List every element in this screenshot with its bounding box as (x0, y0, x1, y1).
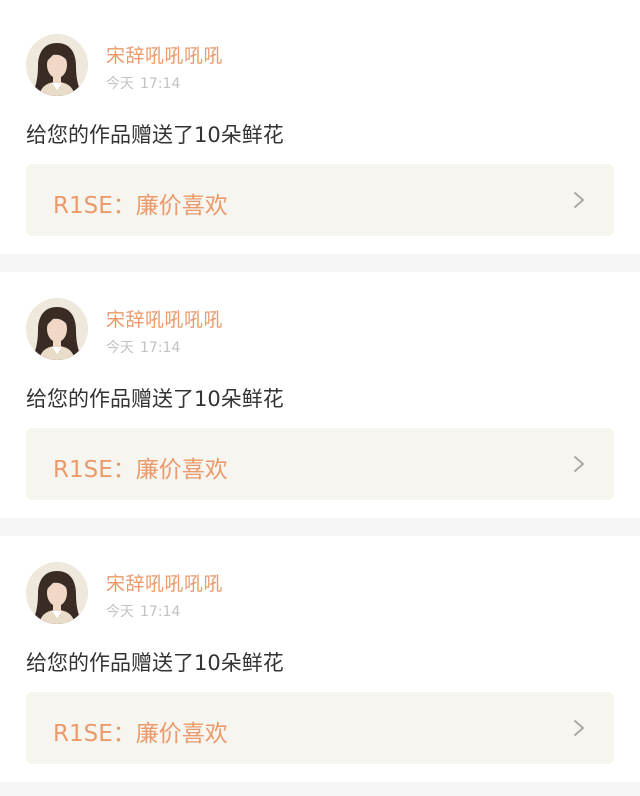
user-avatar[interactable] (26, 298, 88, 360)
username[interactable]: 宋辞吼吼吼吼 (106, 569, 223, 596)
notification-message: 给您的作品赠送了10朵鲜花 (26, 123, 284, 147)
user-avatar[interactable] (26, 34, 88, 96)
chevron-right-icon (574, 192, 584, 208)
timestamp: 今天 17:14 (106, 337, 180, 357)
avatar-portrait-icon (26, 562, 88, 624)
work-link-button[interactable]: R1SE：廉价喜欢 (26, 692, 614, 764)
work-title: R1SE：廉价喜欢 (53, 457, 228, 483)
timestamp-time: 17:14 (140, 76, 181, 92)
timestamp-date: 今天 (106, 340, 134, 356)
work-title: R1SE：廉价喜欢 (53, 721, 228, 747)
timestamp-time: 17:14 (140, 604, 181, 620)
timestamp-date: 今天 (106, 604, 134, 620)
work-link-button[interactable]: R1SE：廉价喜欢 (26, 428, 614, 500)
timestamp-time: 17:14 (140, 340, 181, 356)
username[interactable]: 宋辞吼吼吼吼 (106, 305, 223, 332)
notification-message: 给您的作品赠送了10朵鲜花 (26, 651, 284, 675)
work-title: R1SE：廉价喜欢 (53, 193, 228, 219)
notification-card: 宋辞吼吼吼吼 今天 17:14 给您的作品赠送了10朵鲜花 R1SE：廉价喜欢 (0, 536, 640, 782)
user-avatar[interactable] (26, 562, 88, 624)
timestamp: 今天 17:14 (106, 601, 180, 621)
timestamp: 今天 17:14 (106, 73, 180, 93)
notification-message: 给您的作品赠送了10朵鲜花 (26, 387, 284, 411)
timestamp-date: 今天 (106, 76, 134, 92)
notification-card: 宋辞吼吼吼吼 今天 17:14 给您的作品赠送了10朵鲜花 R1SE：廉价喜欢 (0, 0, 640, 254)
avatar-portrait-icon (26, 34, 88, 96)
chevron-right-icon (574, 456, 584, 472)
chevron-right-icon (574, 720, 584, 736)
avatar-portrait-icon (26, 298, 88, 360)
notification-card: 宋辞吼吼吼吼 今天 17:14 给您的作品赠送了10朵鲜花 R1SE：廉价喜欢 (0, 272, 640, 518)
work-link-button[interactable]: R1SE：廉价喜欢 (26, 164, 614, 236)
username[interactable]: 宋辞吼吼吼吼 (106, 41, 223, 68)
